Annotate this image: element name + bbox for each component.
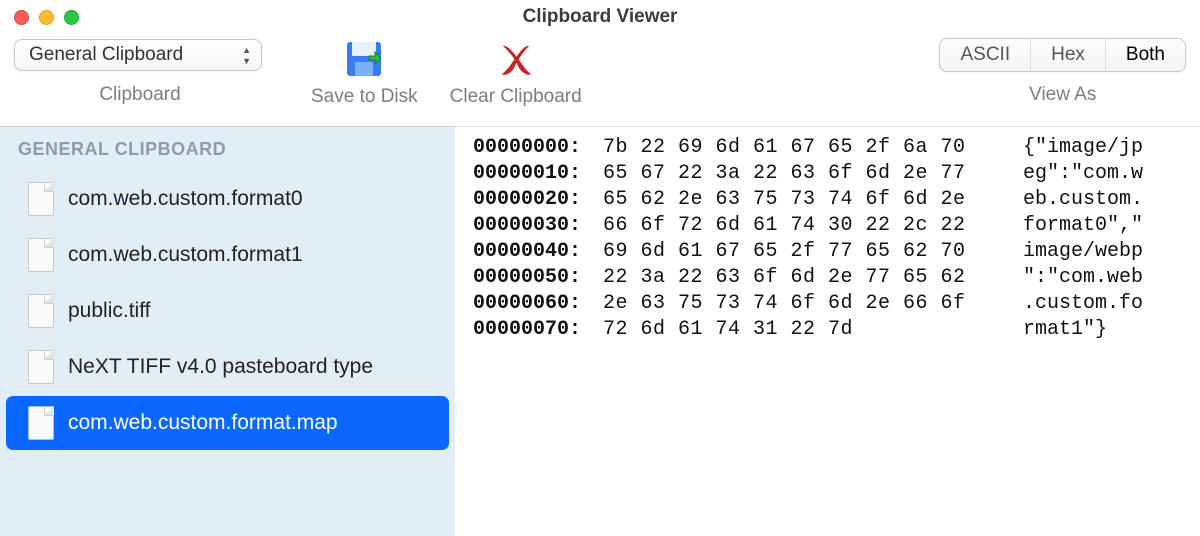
hex-ascii: image/webp — [1023, 239, 1182, 265]
sidebar-item-label: com.web.custom.format.map — [68, 411, 338, 435]
clipboard-label: Clipboard — [99, 84, 180, 106]
hex-ascii: eg":"com.w — [1023, 161, 1182, 187]
clipboard-select-value: General Clipboard — [29, 44, 183, 66]
titlebar: Clipboard Viewer — [0, 0, 1200, 34]
hex-bytes: 72 6d 61 74 31 22 7d — [603, 317, 1023, 343]
sidebar-header: GENERAL CLIPBOARD — [0, 135, 455, 170]
hex-ascii: {"image/jp — [1023, 135, 1182, 161]
clear-label: Clear Clipboard — [450, 86, 582, 108]
save-label: Save to Disk — [311, 86, 418, 108]
sidebar-item-label: NeXT TIFF v4.0 pasteboard type — [68, 355, 373, 379]
sidebar-item-label: com.web.custom.format1 — [68, 243, 303, 267]
document-icon — [28, 238, 54, 272]
hex-view: 00000000:7b 22 69 6d 61 67 65 2f 6a 70{"… — [455, 126, 1200, 536]
document-icon — [28, 294, 54, 328]
hex-offset: 00000000: — [473, 135, 603, 161]
hex-offset: 00000040: — [473, 239, 603, 265]
hex-ascii: rmat1"} — [1023, 317, 1182, 343]
segment-hex[interactable]: Hex — [1031, 39, 1106, 71]
sidebar: GENERAL CLIPBOARD com.web.custom.format0… — [0, 126, 455, 536]
segment-ascii[interactable]: ASCII — [940, 39, 1031, 71]
hex-ascii: format0"," — [1023, 213, 1182, 239]
hex-offset: 00000030: — [473, 213, 603, 239]
hex-ascii: ":"com.web — [1023, 265, 1182, 291]
chevron-updown-icon: ▲▼ — [242, 45, 251, 66]
hex-row: 00000050:22 3a 22 63 6f 6d 2e 77 65 62":… — [473, 265, 1182, 291]
clear-x-icon — [495, 38, 537, 80]
sidebar-item-label: com.web.custom.format0 — [68, 187, 303, 211]
clear-clipboard-button[interactable]: Clear Clipboard — [450, 38, 582, 108]
minimize-window-button[interactable] — [39, 10, 54, 25]
sidebar-item[interactable]: com.web.custom.format.map — [6, 396, 449, 450]
hex-bytes: 65 62 2e 63 75 73 74 6f 6d 2e — [603, 187, 1023, 213]
save-to-disk-button[interactable]: Save to Disk — [311, 38, 418, 108]
hex-row: 00000070:72 6d 61 74 31 22 7drmat1"} — [473, 317, 1182, 343]
hex-bytes: 66 6f 72 6d 61 74 30 22 2c 22 — [603, 213, 1023, 239]
hex-row: 00000040:69 6d 61 67 65 2f 77 65 62 70im… — [473, 239, 1182, 265]
hex-row: 00000030:66 6f 72 6d 61 74 30 22 2c 22fo… — [473, 213, 1182, 239]
clipboard-select[interactable]: General Clipboard ▲▼ — [14, 39, 262, 71]
sidebar-item[interactable]: com.web.custom.format1 — [6, 228, 449, 282]
hex-bytes: 7b 22 69 6d 61 67 65 2f 6a 70 — [603, 135, 1023, 161]
clipboard-select-group: General Clipboard ▲▼ Clipboard — [14, 38, 266, 106]
document-icon — [28, 350, 54, 384]
sidebar-item[interactable]: com.web.custom.format0 — [6, 172, 449, 226]
sidebar-item[interactable]: public.tiff — [6, 284, 449, 338]
hex-ascii: .custom.fo — [1023, 291, 1182, 317]
hex-offset: 00000060: — [473, 291, 603, 317]
hex-row: 00000020:65 62 2e 63 75 73 74 6f 6d 2eeb… — [473, 187, 1182, 213]
document-icon — [28, 406, 54, 440]
hex-row: 00000000:7b 22 69 6d 61 67 65 2f 6a 70{"… — [473, 135, 1182, 161]
traffic-lights — [14, 10, 79, 25]
hex-offset: 00000070: — [473, 317, 603, 343]
content: GENERAL CLIPBOARD com.web.custom.format0… — [0, 126, 1200, 536]
segmented-control: ASCII Hex Both — [939, 38, 1186, 72]
hex-offset: 00000020: — [473, 187, 603, 213]
sidebar-item-label: public.tiff — [68, 299, 151, 323]
view-as-label: View As — [1029, 84, 1096, 106]
hex-bytes: 69 6d 61 67 65 2f 77 65 62 70 — [603, 239, 1023, 265]
segment-both[interactable]: Both — [1106, 39, 1185, 71]
disk-save-icon — [343, 38, 385, 80]
zoom-window-button[interactable] — [64, 10, 79, 25]
window-title: Clipboard Viewer — [523, 6, 678, 28]
hex-bytes: 22 3a 22 63 6f 6d 2e 77 65 62 — [603, 265, 1023, 291]
close-window-button[interactable] — [14, 10, 29, 25]
toolbar: General Clipboard ▲▼ Clipboard Save to D… — [0, 34, 1200, 126]
view-as-group: ASCII Hex Both View As — [939, 38, 1186, 106]
sidebar-item[interactable]: NeXT TIFF v4.0 pasteboard type — [6, 340, 449, 394]
hex-offset: 00000010: — [473, 161, 603, 187]
hex-bytes: 65 67 22 3a 22 63 6f 6d 2e 77 — [603, 161, 1023, 187]
document-icon — [28, 182, 54, 216]
hex-row: 00000060:2e 63 75 73 74 6f 6d 2e 66 6f.c… — [473, 291, 1182, 317]
hex-offset: 00000050: — [473, 265, 603, 291]
hex-ascii: eb.custom. — [1023, 187, 1182, 213]
hex-row: 00000010:65 67 22 3a 22 63 6f 6d 2e 77eg… — [473, 161, 1182, 187]
hex-bytes: 2e 63 75 73 74 6f 6d 2e 66 6f — [603, 291, 1023, 317]
